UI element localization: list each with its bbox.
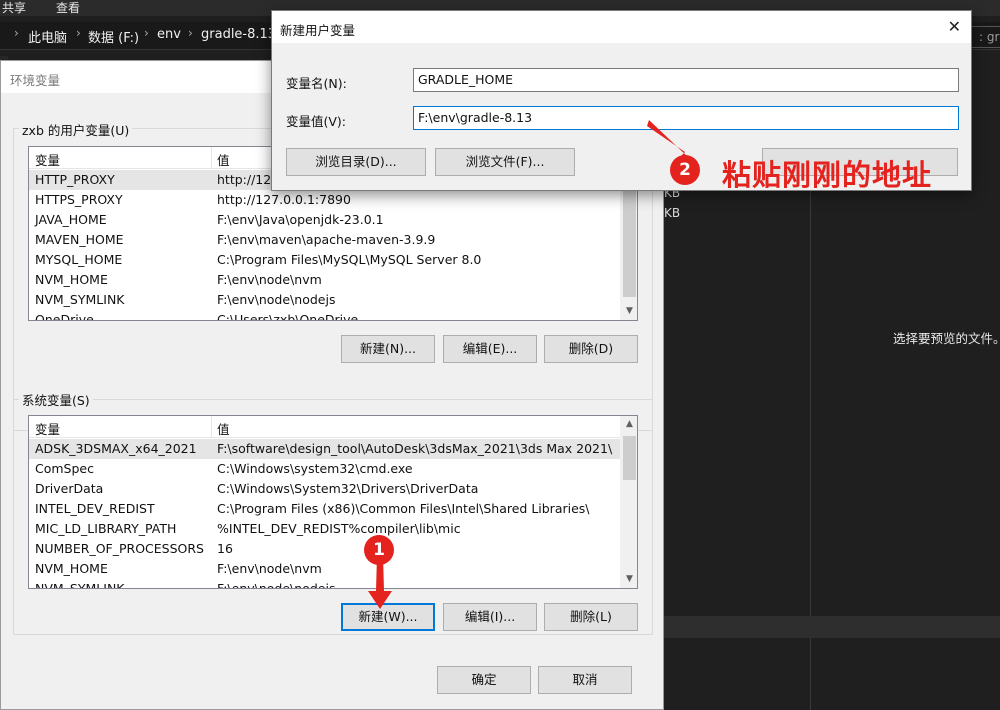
user-edit-button[interactable]: 编辑(E)... — [443, 335, 537, 363]
var-value: C:\Windows\system32\cmd.exe — [217, 461, 413, 476]
chevron-right-icon: › — [76, 26, 81, 40]
var-name: DriverData — [35, 481, 104, 496]
variable-value-label: 变量值(V): — [286, 114, 347, 129]
var-value: C:\Program Files\MySQL\MySQL Server 8.0 — [217, 252, 482, 267]
var-name: OneDrive — [35, 312, 94, 321]
breadcrumb-env[interactable]: env — [157, 27, 181, 42]
table-row[interactable]: INTEL_DEV_REDIST C:\Program Files (x86)\C… — [29, 499, 620, 519]
table-row[interactable]: MIC_LD_LIBRARY_PATH %INTEL_DEV_REDIST%com… — [29, 519, 620, 539]
breadcrumb-gradle[interactable]: gradle-8.13 — [201, 27, 276, 42]
var-value: F:\env\node\nvm — [217, 561, 322, 576]
table-row[interactable]: NVM_SYMLINK F:\env\node\nodejs — [29, 579, 620, 589]
var-value: http://127.0.0.1:7890 — [217, 192, 351, 207]
table-row[interactable]: MAVEN_HOME F:\env\maven\apache-maven-3.9.… — [29, 230, 620, 250]
table-row[interactable]: OneDrive C:\Users\zxb\OneDrive — [29, 310, 620, 321]
var-value: F:\env\maven\apache-maven-3.9.9 — [217, 232, 436, 247]
column-divider[interactable] — [211, 416, 212, 438]
table-row[interactable]: NUMBER_OF_PROCESSORS 16 — [29, 539, 620, 559]
system-delete-button[interactable]: 删除(L) — [544, 603, 638, 631]
dialog-titlebar[interactable]: 新建用户变量 ✕ — [272, 11, 971, 43]
table-row[interactable]: NVM_SYMLINK F:\env\node\nodejs — [29, 290, 620, 310]
breadcrumb-this-pc[interactable]: 此电脑 — [28, 27, 67, 46]
table-row[interactable]: NVM_HOME F:\env\node\nvm — [29, 270, 620, 290]
system-edit-button[interactable]: 编辑(I)... — [443, 603, 537, 631]
preview-pane-message: 选择要预览的文件。 — [893, 331, 1000, 346]
var-value: F:\env\node\nodejs — [217, 581, 336, 589]
chevron-right-icon: › — [144, 26, 149, 40]
var-name: MIC_LD_LIBRARY_PATH — [35, 521, 177, 536]
var-name: JAVA_HOME — [35, 212, 107, 227]
table-row[interactable]: ADSK_3DSMAX_x64_2021 F:\software\design_t… — [29, 439, 620, 459]
step-badge-2: 2 — [670, 155, 700, 185]
user-variables-label: zxb 的用户变量(U) — [19, 120, 133, 139]
var-name: ComSpec — [35, 461, 94, 476]
ribbon-tab-view[interactable]: 查看 — [56, 0, 80, 16]
chevron-right-icon: › — [188, 26, 193, 40]
var-name: INTEL_DEV_REDIST — [35, 501, 155, 516]
var-value: 16 — [217, 541, 233, 556]
dialog-title: 环境变量 — [10, 73, 61, 88]
var-value: F:\software\design_tool\AutoDesk\3dsMax_… — [217, 441, 613, 456]
table-row[interactable]: NVM_HOME F:\env\node\nvm — [29, 559, 620, 579]
var-value: F:\env\node\nvm — [217, 272, 322, 287]
var-name: MYSQL_HOME — [35, 252, 123, 267]
ribbon-tab-share[interactable]: 共享 — [2, 0, 26, 16]
file-size-label: KB — [664, 206, 681, 220]
variable-name-input[interactable]: GRADLE_HOME — [413, 68, 959, 92]
chevron-right-icon: › — [14, 26, 19, 40]
scroll-down-icon[interactable]: ▼ — [621, 303, 637, 320]
column-header-variable[interactable]: 变量 — [35, 419, 60, 438]
scroll-thumb[interactable] — [623, 436, 636, 480]
var-name: NVM_HOME — [35, 561, 108, 576]
system-list-scrollbar[interactable]: ▲ ▼ — [620, 416, 637, 588]
table-row[interactable]: MYSQL_HOME C:\Program Files\MySQL\MySQL S… — [29, 250, 620, 270]
system-variables-list[interactable]: 变量 值 ADSK_3DSMAX_x64_2021 F:\software\des… — [28, 415, 638, 589]
browse-directory-button[interactable]: 浏览目录(D)... — [286, 148, 426, 176]
search-input[interactable]: : grad — [970, 26, 1000, 48]
var-value: %INTEL_DEV_REDIST%compiler\lib\mic — [217, 521, 461, 536]
var-value: C:\Windows\System32\Drivers\DriverData — [217, 481, 479, 496]
column-divider[interactable] — [211, 147, 212, 169]
var-value: F:\env\Java\openjdk-23.0.1 — [217, 212, 384, 227]
browse-file-button[interactable]: 浏览文件(F)... — [435, 148, 575, 176]
column-header-value[interactable]: 值 — [217, 150, 230, 169]
user-new-button[interactable]: 新建(N)... — [341, 335, 435, 363]
breadcrumb-drive[interactable]: 数据 (F:) — [88, 27, 139, 46]
var-value: C:\Users\zxb\OneDrive — [217, 312, 359, 321]
cancel-button[interactable]: 取消 — [538, 666, 632, 694]
scroll-up-icon[interactable]: ▲ — [621, 416, 637, 433]
step-badge-1: 1 — [364, 535, 394, 565]
table-row[interactable]: HTTPS_PROXY http://127.0.0.1:7890 — [29, 190, 620, 210]
var-name: NVM_SYMLINK — [35, 581, 125, 589]
var-name: NVM_SYMLINK — [35, 292, 125, 307]
var-name: NVM_HOME — [35, 272, 108, 287]
column-header-variable[interactable]: 变量 — [35, 150, 60, 169]
var-name: NUMBER_OF_PROCESSORS — [35, 541, 204, 556]
system-variables-label: 系统变量(S) — [19, 390, 93, 409]
var-name: ADSK_3DSMAX_x64_2021 — [35, 441, 197, 456]
variable-name-label: 变量名(N): — [286, 76, 347, 91]
var-value: F:\env\node\nodejs — [217, 292, 336, 307]
close-icon[interactable]: ✕ — [948, 17, 961, 36]
annotation-note: 粘贴刚刚的地址 — [722, 158, 933, 192]
var-name: HTTP_PROXY — [35, 172, 115, 187]
var-value: C:\Program Files (x86)\Common Files\Inte… — [217, 501, 590, 516]
column-header-value[interactable]: 值 — [217, 419, 230, 438]
table-row[interactable]: DriverData C:\Windows\System32\Drivers\Dr… — [29, 479, 620, 499]
var-name: HTTPS_PROXY — [35, 192, 123, 207]
table-row[interactable]: ComSpec C:\Windows\system32\cmd.exe — [29, 459, 620, 479]
status-band — [664, 616, 1000, 638]
dialog-title: 新建用户变量 — [280, 23, 356, 38]
list-header: 变量 值 — [29, 416, 620, 438]
scroll-down-icon[interactable]: ▼ — [621, 571, 637, 588]
var-name: MAVEN_HOME — [35, 232, 124, 247]
user-delete-button[interactable]: 删除(D) — [544, 335, 638, 363]
table-row[interactable]: JAVA_HOME F:\env\Java\openjdk-23.0.1 — [29, 210, 620, 230]
ok-button[interactable]: 确定 — [437, 666, 531, 694]
